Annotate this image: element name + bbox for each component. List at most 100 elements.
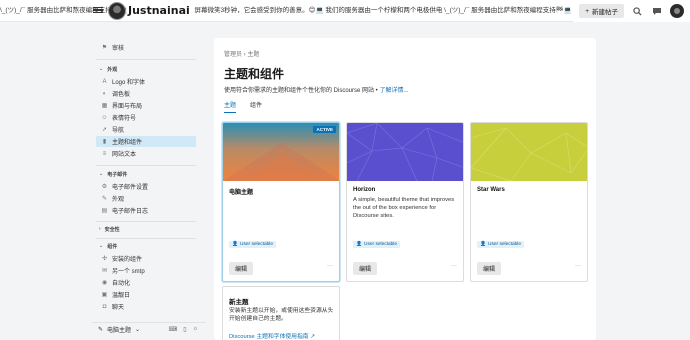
more-options-icon[interactable]: ··· [327, 263, 333, 269]
theme-thumbnail [347, 123, 463, 182]
active-badge: ACTIVE [313, 126, 336, 133]
divider [96, 221, 196, 222]
divider [96, 165, 196, 166]
edit-button[interactable]: 编辑 [477, 262, 502, 275]
theme-description: A simple, beautiful theme that improves … [353, 197, 455, 219]
theme-card[interactable]: Star Wars 👤 User selectable 编辑 ··· [470, 122, 588, 282]
user-selectable-badge: 👤 User selectable [229, 241, 277, 248]
sidebar-item-label: 导航 [112, 128, 125, 134]
sidebar-item-label: Logo 和字体 [112, 80, 146, 86]
external-link-icon: ↗ [310, 334, 316, 340]
gear-icon: ⚙ [101, 184, 108, 190]
calendar-icon: ▣ [101, 292, 108, 298]
edit-button[interactable]: 编辑 [353, 262, 378, 275]
theme-name: Star Wars [477, 187, 505, 193]
sidebar-item-logo-fonts[interactable]: A Logo 和字体 [96, 76, 196, 87]
learn-more-link[interactable]: 了解详情... [379, 88, 408, 94]
sidebar-item-automation[interactable]: ◉ 自动化 [96, 277, 196, 288]
pill-label: User selectable [487, 242, 522, 247]
user-icon: 👤 [232, 242, 238, 247]
sidebar-item-smtp[interactable]: ✉ 另一个 smtp [96, 265, 196, 276]
sidebar-item-label: 主题和组件 [112, 140, 143, 146]
sidebar-item-label: 外观 [112, 197, 125, 203]
more-options-icon[interactable]: ··· [575, 263, 581, 269]
sidebar-item-installed-plugins[interactable]: ✣ 安装的组件 [96, 253, 196, 264]
sidebar-item-label: 审核 [112, 46, 125, 52]
theme-selector[interactable]: 电脑主题 [107, 325, 131, 334]
theme-guide-link[interactable]: Discourse 主题和字体使用指南 ↗ [229, 331, 315, 340]
edit-button[interactable]: 编辑 [229, 262, 254, 275]
sidebar-item-calendar[interactable]: ▣ 温靓日 [96, 289, 196, 300]
puzzle-icon: ✣ [101, 256, 108, 262]
sidebar-item-label: 电子邮件设置 [112, 185, 149, 191]
hamburger-menu-icon[interactable] [92, 4, 104, 16]
pill-label: User selectable [239, 242, 274, 247]
divider [96, 59, 196, 60]
keyboard-icon[interactable]: ⌨ [169, 326, 178, 333]
sun-icon[interactable]: ☼ [193, 326, 199, 333]
new-topic-button[interactable]: + 新建帖子 [579, 4, 624, 18]
sidebar-footer: ✎ 电脑主题 ⌄ ⌨ ▯ ☼ [92, 322, 206, 336]
sidebar-section-appearance[interactable]: ⌄ 外观 [96, 64, 196, 74]
sidebar-section-plugins[interactable]: ⌄ 组件 [96, 241, 196, 251]
sidebar-item-layout[interactable]: ▦ 界面与布局 [96, 100, 196, 111]
more-options-icon[interactable]: ··· [451, 263, 457, 269]
mail-icon: ✉ [101, 268, 108, 274]
user-avatar[interactable] [670, 4, 684, 18]
description-text: 使用符合你需求的主题和组件个性化你的 Discourse 网站 • [224, 88, 378, 94]
sidebar-item-email-settings[interactable]: ⚙ 电子邮件设置 [96, 181, 196, 192]
nav-icon: ➚ [101, 127, 108, 133]
font-icon: A [102, 78, 107, 85]
palette-icon: ◐ [102, 90, 107, 97]
plus-icon: + [585, 7, 589, 15]
sidebar-item-label: 温靓日 [112, 293, 131, 299]
mobile-icon[interactable]: ▯ [183, 326, 186, 333]
sidebar-section-email[interactable]: ⌄ 电子邮件 [96, 169, 196, 179]
chat-bubble-icon[interactable] [650, 4, 664, 18]
user-selectable-badge: 👤 User selectable [353, 241, 401, 248]
header-actions: + 新建帖子 [573, 0, 690, 22]
sidebar-item-label: 聊天 [112, 305, 125, 311]
flag-icon: ⚑ [101, 45, 108, 51]
divider [96, 238, 196, 239]
breadcrumb[interactable]: 管理员 › 主题 [224, 49, 259, 58]
sidebar-item-label: 电子邮件日志 [112, 209, 149, 215]
sidebar-item-email-logs[interactable]: ▤ 电子邮件日志 [96, 205, 196, 216]
sidebar-item-emoji[interactable]: ☺ 表情符号 [96, 112, 196, 123]
new-theme-description: 安装新主题以开始，或使用这些资源从头开始创建自己的主题。 [229, 308, 334, 322]
pill-label: User selectable [363, 242, 398, 247]
page-description: 使用符合你需求的主题和组件个性化你的 Discourse 网站 • 了解详情..… [224, 85, 408, 94]
site-logo[interactable] [108, 2, 126, 20]
log-icon: ▤ [101, 208, 108, 214]
robot-icon: ◉ [101, 280, 108, 286]
section-title: 电子邮件 [107, 171, 128, 178]
sidebar-item-themes[interactable]: ▮ 主题和组件 [96, 136, 196, 147]
sidebar-section-security[interactable]: › 安全性 [96, 224, 196, 234]
sidebar-item-site-text[interactable]: ≡ 网站文本 [96, 148, 196, 159]
sidebar-item-palette[interactable]: ◐ 调色板 [96, 88, 196, 99]
link-label: Discourse 主题和字体使用指南 [229, 334, 309, 340]
user-icon: 👤 [356, 242, 362, 247]
new-theme-title: 新主题 [229, 299, 249, 306]
sidebar-item-chat[interactable]: ◘ 聊天 [96, 301, 196, 312]
section-title: 安全性 [104, 226, 120, 233]
chat-icon: ◘ [102, 303, 107, 310]
sidebar-item-email-appearance[interactable]: ✎ 外观 [96, 193, 196, 204]
theme-name: Horizon [353, 187, 376, 193]
sidebar-item-label: 表情符号 [112, 116, 137, 122]
sidebar-item-navigation[interactable]: ➚ 导航 [96, 124, 196, 135]
tab-themes[interactable]: 主题 [224, 100, 237, 113]
sidebar-item-label: 另一个 smtp [112, 269, 145, 275]
site-title[interactable]: Justnainai [128, 3, 194, 19]
smile-icon: ☺ [101, 114, 108, 121]
user-selectable-badge: 👤 User selectable [477, 241, 525, 248]
sidebar-item-label: 安装的组件 [112, 257, 143, 263]
chevron-down-icon: ⌄ [99, 171, 104, 177]
theme-card[interactable]: Horizon A simple, beautiful theme that i… [346, 122, 464, 282]
sidebar-item-review[interactable]: ⚑ 审核 [96, 42, 196, 53]
search-icon[interactable] [630, 4, 644, 18]
main-content: 管理员 › 主题 主题和组件 使用符合你需求的主题和组件个性化你的 Discou… [214, 38, 596, 340]
tab-components[interactable]: 组件 [250, 100, 262, 113]
theme-card[interactable]: ACTIVE 电脑主题 👤 User selectable 编辑 ··· [222, 122, 340, 282]
sidebar-item-label: 网站文本 [112, 152, 137, 158]
